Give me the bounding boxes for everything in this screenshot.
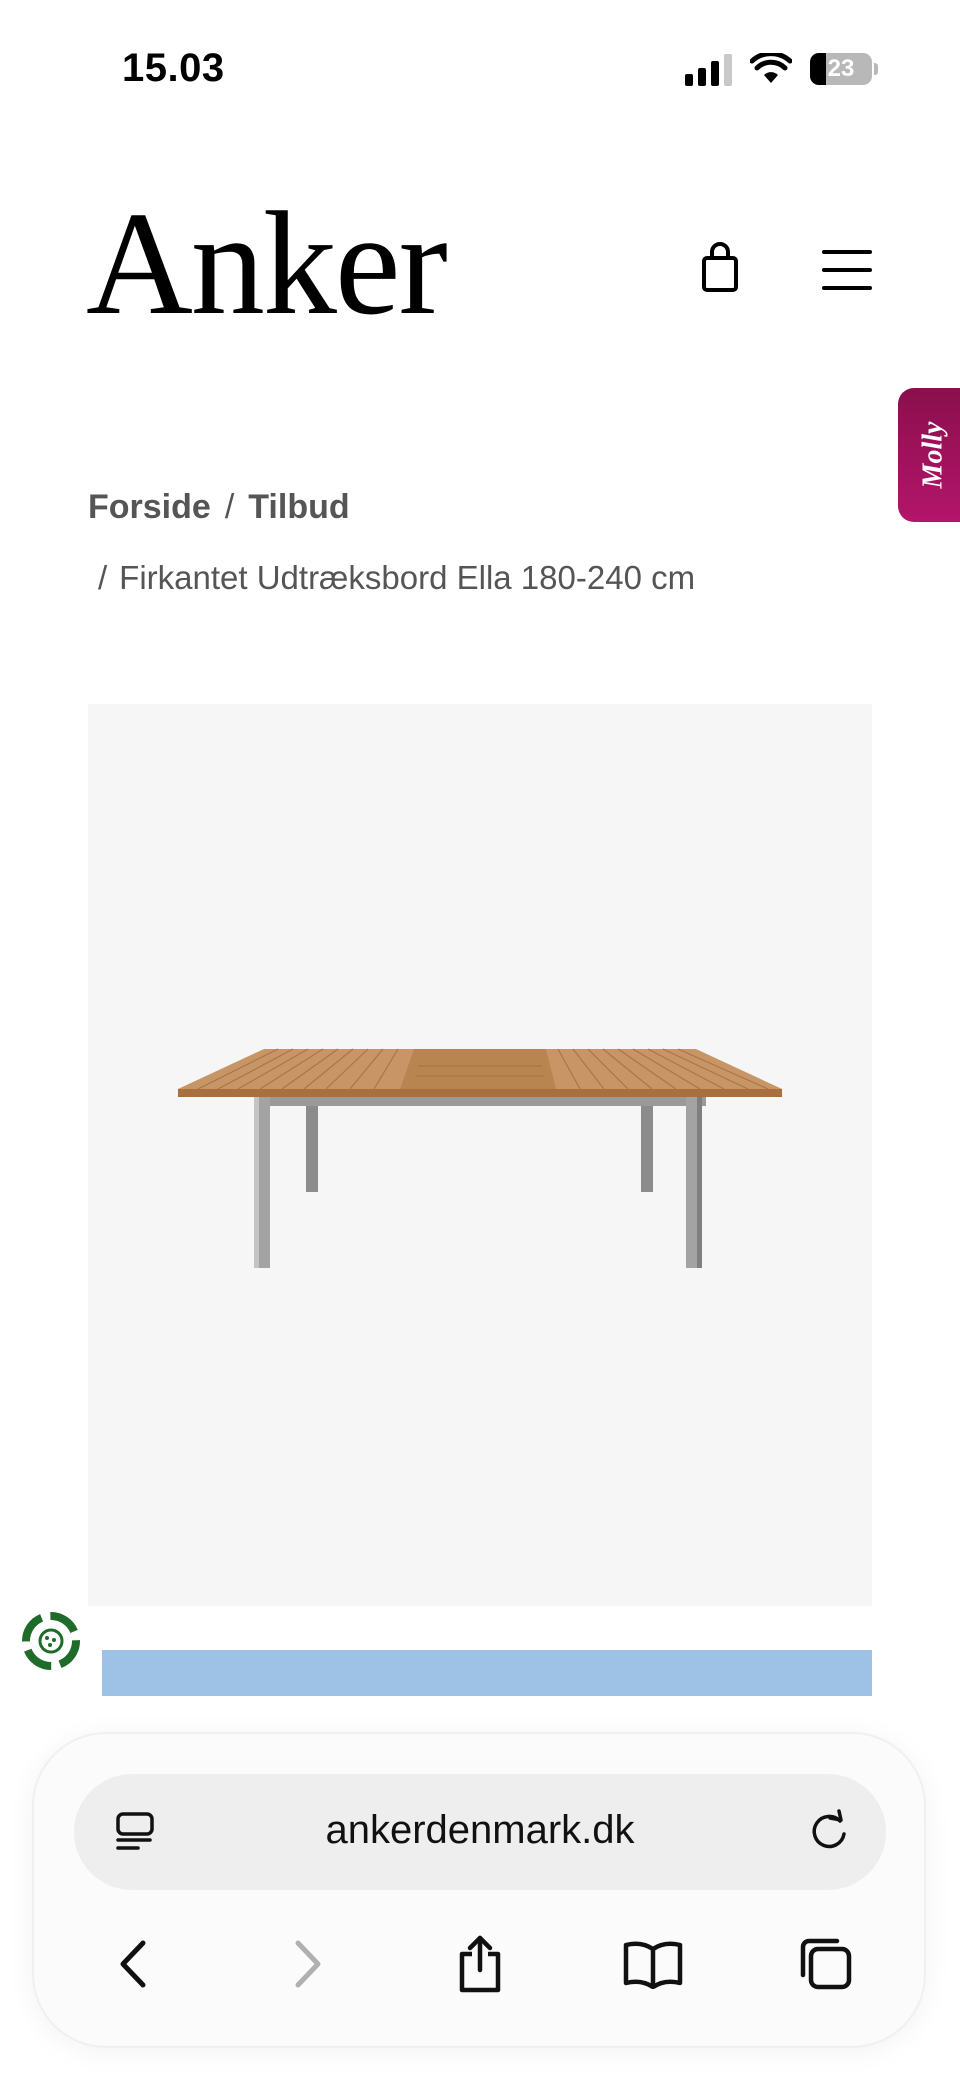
breadcrumb-separator: / bbox=[98, 559, 108, 596]
breadcrumb-separator: / bbox=[224, 488, 235, 526]
tabs-icon bbox=[800, 1938, 852, 1990]
bookmarks-button[interactable] bbox=[613, 1924, 693, 2004]
molly-label: Molly bbox=[916, 421, 948, 489]
forward-icon bbox=[295, 1940, 321, 1988]
battery-level: 23 bbox=[827, 55, 855, 82]
status-time: 15.03 bbox=[122, 46, 225, 90]
shopping-bag-icon bbox=[702, 242, 738, 292]
cellular-signal-icon bbox=[685, 52, 732, 86]
browser-nav-toolbar bbox=[74, 1924, 886, 2004]
status-bar: 15.03 23 bbox=[0, 0, 960, 140]
url-text[interactable]: ankerdenmark.dk bbox=[74, 1808, 886, 1853]
browser-toolbar: ankerdenmark.dk bbox=[34, 1734, 924, 2046]
status-icons: 23 bbox=[685, 52, 878, 86]
tabs-button[interactable] bbox=[786, 1924, 866, 2004]
reload-icon[interactable] bbox=[806, 1808, 852, 1854]
wifi-icon bbox=[750, 53, 792, 83]
forward-button[interactable] bbox=[267, 1924, 347, 2004]
teak-extendable-table-image bbox=[178, 1048, 782, 1268]
recycle-badge[interactable] bbox=[16, 1606, 86, 1676]
breadcrumb: Forside / Tilbud / Firkantet Udtræksbord … bbox=[88, 488, 888, 597]
bookmarks-icon bbox=[623, 1941, 683, 1989]
back-button[interactable] bbox=[94, 1924, 174, 2004]
cart-button[interactable] bbox=[698, 242, 742, 294]
address-bar[interactable]: ankerdenmark.dk bbox=[74, 1774, 886, 1890]
menu-button[interactable] bbox=[822, 250, 872, 290]
recycle-icon bbox=[22, 1612, 80, 1670]
breadcrumb-current: Firkantet Udtræksbord Ella 180-240 cm bbox=[119, 559, 696, 596]
share-button[interactable] bbox=[440, 1924, 520, 2004]
molly-chat-tab[interactable]: Molly bbox=[898, 388, 960, 522]
product-image[interactable] bbox=[88, 704, 872, 1606]
share-icon bbox=[459, 1935, 501, 1993]
battery-icon: 23 bbox=[810, 53, 878, 85]
hamburger-menu-icon bbox=[822, 250, 872, 254]
breadcrumb-home-link[interactable]: Forside bbox=[88, 488, 211, 527]
image-thumbnail-strip[interactable] bbox=[102, 1650, 872, 1696]
breadcrumb-category-link[interactable]: Tilbud bbox=[248, 488, 349, 527]
back-icon bbox=[120, 1940, 146, 1988]
brand-logo[interactable]: Anker bbox=[86, 190, 448, 338]
